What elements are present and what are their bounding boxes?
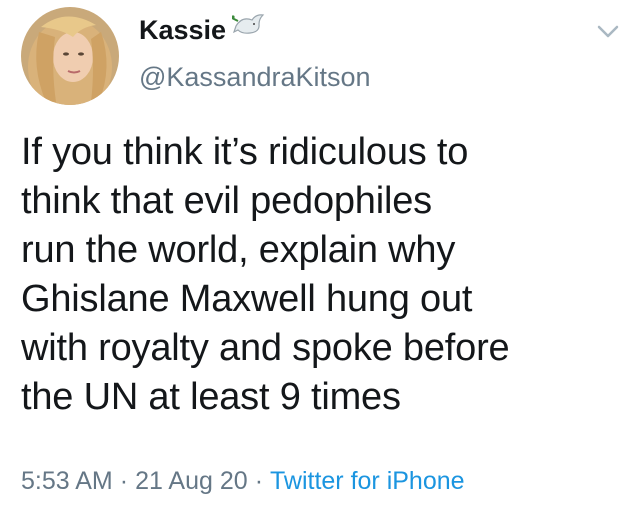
tweet-text-line: think that evil pedophiles xyxy=(21,180,432,222)
tweet-text-line: run the world, explain why xyxy=(21,229,456,271)
user-handle[interactable]: @KassandraKitson xyxy=(139,62,371,93)
tweet-date[interactable]: 21 Aug 20 xyxy=(135,467,248,495)
tweet-text-line: with royalty and spoke before xyxy=(21,327,510,369)
tweet-text-line: Ghislane Maxwell hung out xyxy=(21,278,473,320)
tweet-text-line: the UN at least 9 times xyxy=(21,376,401,418)
chevron-down-icon[interactable] xyxy=(593,22,623,42)
tweet-source-link[interactable]: Twitter for iPhone xyxy=(270,467,465,495)
display-name-row: Kassie xyxy=(139,10,266,50)
display-name[interactable]: Kassie xyxy=(139,15,226,46)
tweet-meta: 5:53 AM · 21 Aug 20 · Twitter for iPhone xyxy=(21,467,465,496)
avatar[interactable] xyxy=(21,7,119,105)
meta-separator: · xyxy=(254,467,264,495)
avatar-photo xyxy=(21,7,119,105)
tweet-text-line: If you think it’s ridiculous to xyxy=(21,131,469,173)
tweet-text: If you think it’s ridiculous to think th… xyxy=(21,128,631,422)
tweet-time[interactable]: 5:53 AM xyxy=(21,467,113,495)
dove-icon xyxy=(231,12,266,43)
meta-separator: · xyxy=(119,467,129,495)
